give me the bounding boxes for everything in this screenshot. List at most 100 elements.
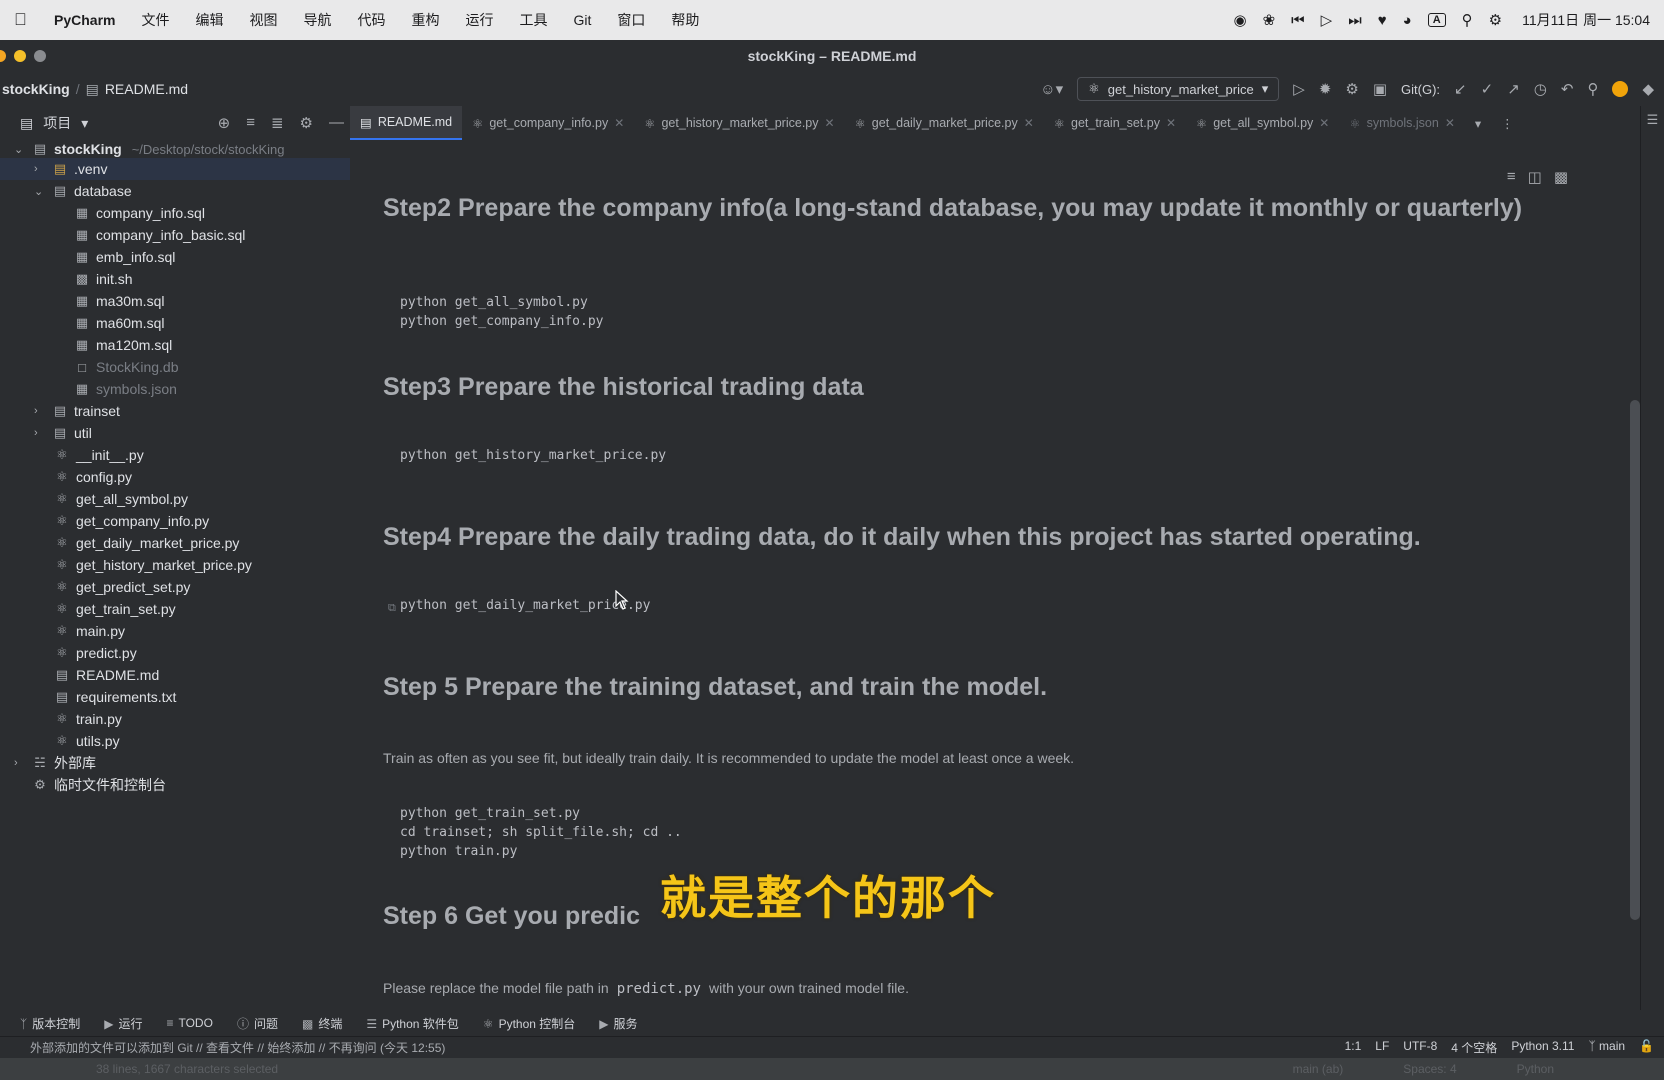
tree-external-libraries[interactable]: › ☵ 外部库 <box>14 752 96 774</box>
heart-icon[interactable]: ♥ <box>1378 12 1387 29</box>
more-actions-icon[interactable]: ⋮ <box>1491 106 1524 140</box>
user-icon[interactable]: ☺▾ <box>1040 80 1063 98</box>
tree-root[interactable]: ⌄ ▤ stockKing ~/Desktop/stock/stockKing <box>14 138 285 160</box>
git-rollback-icon[interactable]: ↶ <box>1561 80 1574 98</box>
tool-run[interactable]: ▶ 运行 <box>104 1015 142 1032</box>
tree-scratches[interactable]: ⚙ 临时文件和控制台 <box>14 774 166 796</box>
caret-position[interactable]: 1:1 <box>1345 1039 1362 1056</box>
previous-track-icon[interactable]: ⏮ <box>1291 12 1305 29</box>
spotlight-search-icon[interactable]: ⚲ <box>1462 11 1473 29</box>
tree-folder-database[interactable]: ⌄ ▤ database <box>34 180 132 202</box>
git-push-icon[interactable]: ↗ <box>1507 80 1520 98</box>
tree-folder-trainset[interactable]: › ▤ trainset <box>34 400 120 422</box>
menu-run[interactable]: 运行 <box>465 10 493 30</box>
tree-file[interactable]: ⚛ get_company_info.py <box>54 510 209 532</box>
lock-icon[interactable]: 🔓 <box>1639 1039 1654 1056</box>
tree-folder-venv[interactable]: › ▤ .venv <box>34 158 107 180</box>
menu-view[interactable]: 视图 <box>249 10 277 30</box>
tab-symbols-json[interactable]: ⚛ symbols.json ✕ <box>1339 106 1465 140</box>
tree-file[interactable]: ▦ symbols.json <box>74 378 177 400</box>
tree-file[interactable]: ▦ company_info.sql <box>74 202 205 224</box>
close-window-button[interactable] <box>0 50 6 62</box>
git-update-icon[interactable]: ↙ <box>1454 80 1467 98</box>
git-commit-icon[interactable]: ✓ <box>1481 80 1494 98</box>
zoom-window-button[interactable] <box>34 50 46 62</box>
globe-icon[interactable]: ◕ <box>1403 12 1412 29</box>
close-tab-icon[interactable]: ✕ <box>825 116 835 130</box>
tree-file[interactable]: ⚛ get_history_market_price.py <box>54 554 252 576</box>
tree-folder-util[interactable]: › ▤ util <box>34 422 92 444</box>
indent-setting[interactable]: 4 个空格 <box>1451 1039 1497 1056</box>
play-icon[interactable]: ▷ <box>1321 11 1333 29</box>
run-icon[interactable]: ▷ <box>1293 80 1305 98</box>
tree-file[interactable]: ⚛ get_daily_market_price.py <box>54 532 239 554</box>
tool-problems[interactable]: ⓘ 问题 <box>237 1015 278 1032</box>
tree-file[interactable]: ▤ README.md <box>54 664 159 686</box>
tab-get-train-set[interactable]: ⚛ get_train_set.py ✕ <box>1044 106 1186 140</box>
git-history-icon[interactable]: ◷ <box>1534 80 1547 98</box>
tree-file[interactable]: ▦ company_info_basic.sql <box>74 224 246 246</box>
openai-icon[interactable]: ❀ <box>1263 11 1276 29</box>
minimize-window-button[interactable] <box>14 50 26 62</box>
chevron-right-icon[interactable]: › <box>34 163 46 175</box>
menu-tools[interactable]: 工具 <box>519 10 547 30</box>
stop-icon[interactable]: ▣ <box>1373 80 1387 98</box>
editor-scrollbar[interactable] <box>1630 400 1640 920</box>
tree-file[interactable]: ▦ ma60m.sql <box>74 312 165 334</box>
tree-file[interactable]: ⚛ utils.py <box>54 730 119 752</box>
control-center-icon[interactable]: ⚙ <box>1489 11 1502 29</box>
file-encoding[interactable]: UTF-8 <box>1403 1039 1437 1056</box>
menu-git[interactable]: Git <box>573 12 591 28</box>
tree-file[interactable]: ⚛ main.py <box>54 620 125 642</box>
tree-file[interactable]: ▤ requirements.txt <box>54 686 177 708</box>
menu-refactor[interactable]: 重构 <box>411 10 439 30</box>
tree-file[interactable]: ⚛ get_train_set.py <box>54 598 175 620</box>
chevron-right-icon[interactable]: › <box>34 405 46 417</box>
notifications-icon[interactable]: ☰ <box>1641 112 1664 128</box>
chevron-down-icon[interactable]: ⌄ <box>14 143 26 156</box>
close-tab-icon[interactable]: ✕ <box>1319 116 1329 130</box>
record-icon[interactable]: ◉ <box>1233 11 1246 29</box>
python-interpreter[interactable]: Python 3.11 <box>1511 1039 1574 1056</box>
tab-readme[interactable]: ▤ README.md <box>350 106 463 140</box>
tree-file[interactable]: ▦ emb_info.sql <box>74 246 176 268</box>
ide-features-icon[interactable]: ◆ <box>1642 80 1654 98</box>
tab-get-daily-market-price[interactable]: ⚛ get_daily_market_price.py ✕ <box>845 106 1044 140</box>
update-notification-icon[interactable] <box>1612 81 1629 97</box>
tool-todo[interactable]: ≡ TODO <box>166 1016 212 1030</box>
tab-get-company-info[interactable]: ⚛ get_company_info.py ✕ <box>462 106 634 140</box>
tree-file[interactable]: □ StockKing.db <box>74 356 178 378</box>
input-source-icon[interactable]: A <box>1427 13 1446 27</box>
tool-python-console[interactable]: ⚛ Python 控制台 <box>483 1015 575 1032</box>
project-pane-label[interactable]: 项目 <box>43 113 71 133</box>
tool-version-control[interactable]: ᛉ 版本控制 <box>20 1015 80 1032</box>
close-tab-icon[interactable]: ✕ <box>614 116 624 130</box>
close-tab-icon[interactable]: ✕ <box>1166 116 1176 130</box>
next-track-icon[interactable]: ⏭ <box>1348 12 1362 29</box>
tool-services[interactable]: ▶ 服务 <box>599 1015 637 1032</box>
menu-window[interactable]: 窗口 <box>617 10 645 30</box>
tree-file[interactable]: ⚛ train.py <box>54 708 122 730</box>
run-configuration-selector[interactable]: ⚛ get_history_market_price ▾ <box>1077 77 1280 101</box>
menu-code[interactable]: 代码 <box>357 10 385 30</box>
tab-get-history-market-price[interactable]: ⚛ get_history_market_price.py ✕ <box>634 106 844 140</box>
tool-terminal[interactable]: ▩ 终端 <box>302 1015 342 1032</box>
close-tab-icon[interactable]: ✕ <box>1024 116 1034 130</box>
apple-icon[interactable]:  <box>14 10 32 30</box>
breadcrumb-file[interactable]: README.md <box>105 81 188 97</box>
status-message[interactable]: 外部添加的文件可以添加到 Git // 查看文件 // 始终添加 // 不再询问… <box>30 1039 445 1056</box>
editor-only-icon[interactable]: ≡ <box>1507 168 1516 186</box>
menu-help[interactable]: 帮助 <box>671 10 699 30</box>
expand-all-icon[interactable]: ≡ <box>246 114 255 132</box>
locate-file-icon[interactable]: ⊕ <box>218 114 231 132</box>
tree-file[interactable]: ⚛ predict.py <box>54 642 137 664</box>
collapse-all-icon[interactable]: ≣ <box>271 114 284 132</box>
app-menu[interactable]: PyCharm <box>54 12 115 28</box>
preview-only-icon[interactable]: ▩ <box>1554 168 1568 186</box>
chevron-down-icon[interactable]: ▾ <box>81 115 88 132</box>
tree-file[interactable]: ⚛ get_predict_set.py <box>54 576 190 598</box>
tree-file[interactable]: ▦ ma120m.sql <box>74 334 172 356</box>
line-separator[interactable]: LF <box>1375 1039 1389 1056</box>
chevron-down-icon[interactable]: ⌄ <box>34 185 46 198</box>
menu-file[interactable]: 文件 <box>141 10 169 30</box>
